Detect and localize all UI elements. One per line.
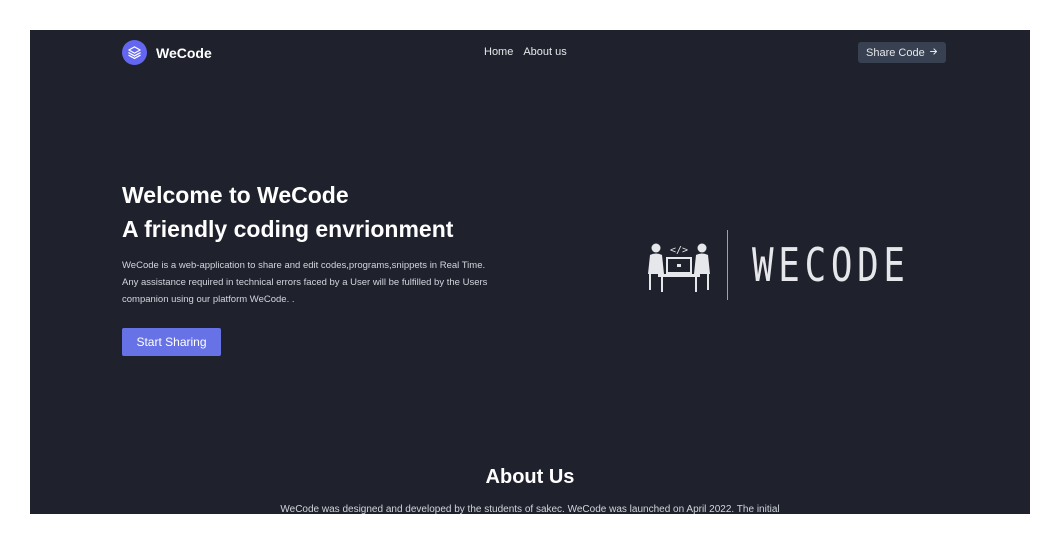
nav-link-home[interactable]: Home <box>484 46 513 58</box>
app-frame: WeCode Home About us Share Code Welcome … <box>30 30 1030 514</box>
brand-logo[interactable]: WeCode <box>122 40 212 65</box>
hero-desc-line2: Any assistance required in technical err… <box>122 277 488 288</box>
code-symbol: </> <box>670 245 688 256</box>
nav-link-about[interactable]: About us <box>523 46 566 58</box>
nav-links: Home About us <box>484 46 567 58</box>
hero-desc-line3: companion using our platform WeCode. . <box>122 294 295 305</box>
people-coding-icon: </> <box>648 243 710 292</box>
hero-description: WeCode is a web-application to share and… <box>122 257 542 308</box>
brand-name: WeCode <box>156 44 212 61</box>
arrow-right-icon <box>929 47 938 59</box>
hero-title-line1: Welcome to WeCode <box>122 182 349 208</box>
layers-icon <box>122 40 147 65</box>
illustration-divider <box>727 230 728 300</box>
about-title: About Us <box>485 466 575 488</box>
share-code-button[interactable]: Share Code <box>858 42 946 63</box>
hero-title: Welcome to WeCode A friendly coding envr… <box>122 178 453 246</box>
share-code-label: Share Code <box>866 46 925 59</box>
about-text: WeCode was designed and developed by the… <box>280 504 780 514</box>
start-sharing-button[interactable]: Start Sharing <box>122 328 221 356</box>
wecode-wordmark: WECODE <box>752 238 910 292</box>
hero-title-line2: A friendly coding envrionment <box>122 216 454 242</box>
hero-desc-line1: WeCode is a web-application to share and… <box>122 260 486 271</box>
